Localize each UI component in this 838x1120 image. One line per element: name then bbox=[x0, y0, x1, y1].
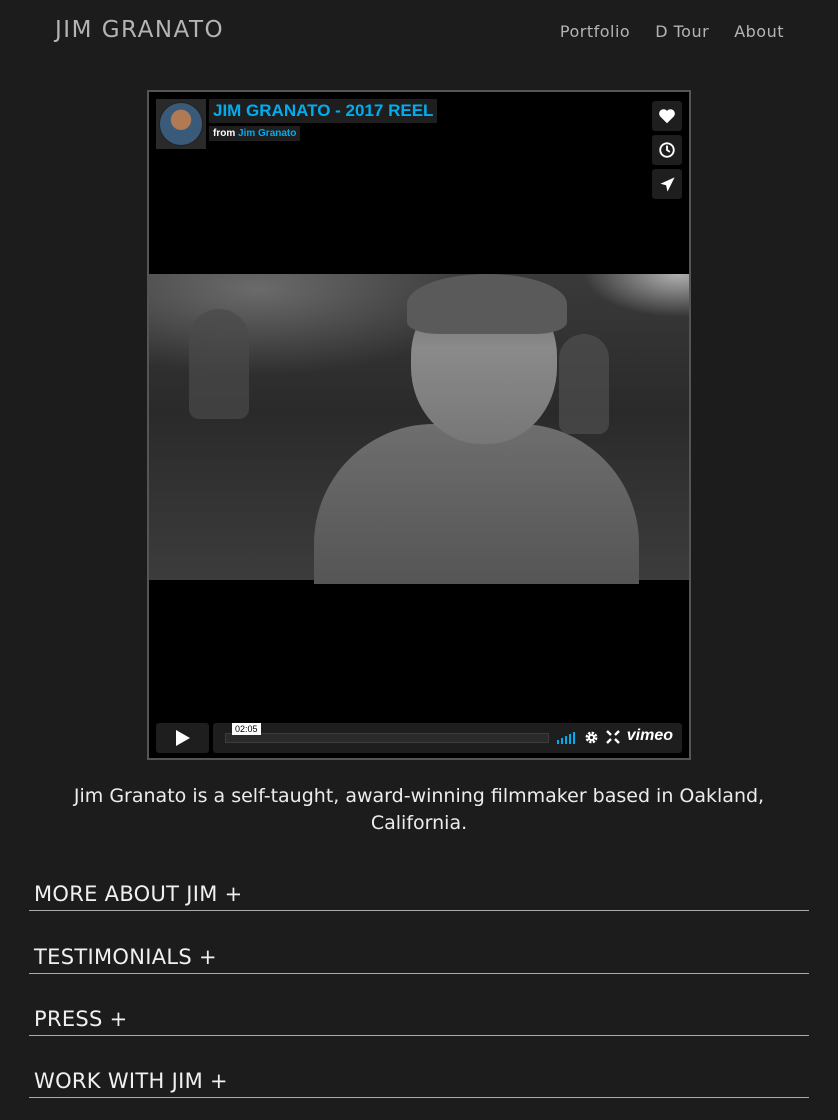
video-poster[interactable] bbox=[149, 274, 689, 584]
watch-later-button[interactable] bbox=[652, 135, 682, 165]
heart-icon bbox=[659, 109, 675, 124]
poster-subject-hair bbox=[407, 274, 567, 334]
control-bar: 02:05 vimeo bbox=[213, 723, 682, 753]
main-nav: Portfolio D Tour About bbox=[560, 22, 784, 41]
section-work-with-jim[interactable]: WORK WITH JIM + bbox=[29, 1069, 809, 1098]
nav-portfolio[interactable]: Portfolio bbox=[560, 22, 630, 41]
poster-subject-body bbox=[314, 424, 639, 584]
video-side-actions bbox=[652, 101, 682, 199]
section-more-about-jim[interactable]: MORE ABOUT JIM + bbox=[29, 882, 809, 911]
bio-line-2: California. bbox=[370, 812, 468, 834]
byline-prefix: from bbox=[213, 128, 236, 139]
video-byline: from Jim Granato bbox=[209, 126, 301, 141]
play-icon bbox=[175, 730, 190, 746]
bio-line-1: Jim Granato is a self-taught, award-winn… bbox=[73, 785, 765, 807]
volume-control[interactable] bbox=[557, 732, 575, 744]
play-button[interactable] bbox=[156, 723, 209, 753]
nav-d-tour[interactable]: D Tour bbox=[655, 22, 709, 41]
video-header: JIM GRANATO - 2017 REEL from Jim Granato bbox=[156, 99, 438, 149]
bio-text: Jim Granato is a self-taught, award-winn… bbox=[30, 783, 808, 837]
vimeo-logo[interactable]: vimeo bbox=[627, 727, 673, 745]
nav-about[interactable]: About bbox=[734, 22, 784, 41]
settings-icon[interactable] bbox=[584, 730, 599, 745]
section-press[interactable]: PRESS + bbox=[29, 1007, 809, 1036]
video-controls: 02:05 vimeo bbox=[156, 723, 682, 753]
timecode: 02:05 bbox=[232, 723, 261, 735]
poster-background-figure bbox=[189, 309, 249, 419]
fullscreen-icon[interactable] bbox=[606, 730, 620, 744]
share-button[interactable] bbox=[652, 169, 682, 199]
poster-background-figure bbox=[559, 334, 609, 434]
author-avatar-link[interactable] bbox=[156, 99, 206, 149]
section-testimonials[interactable]: TESTIMONIALS + bbox=[29, 945, 809, 974]
author-link[interactable]: Jim Granato bbox=[238, 128, 296, 139]
clock-icon bbox=[659, 142, 675, 158]
video-titles: JIM GRANATO - 2017 REEL from Jim Granato bbox=[209, 99, 438, 149]
progress-bar[interactable]: 02:05 bbox=[225, 723, 549, 743]
video-player[interactable]: JIM GRANATO - 2017 REEL from Jim Granato bbox=[147, 90, 691, 760]
avatar bbox=[159, 102, 203, 146]
page: JIM GRANATO Portfolio D Tour About JIM G… bbox=[0, 0, 838, 1120]
video-title[interactable]: JIM GRANATO - 2017 REEL bbox=[209, 99, 438, 123]
like-button[interactable] bbox=[652, 101, 682, 131]
site-title[interactable]: JIM GRANATO bbox=[55, 17, 224, 43]
send-icon bbox=[659, 176, 675, 192]
